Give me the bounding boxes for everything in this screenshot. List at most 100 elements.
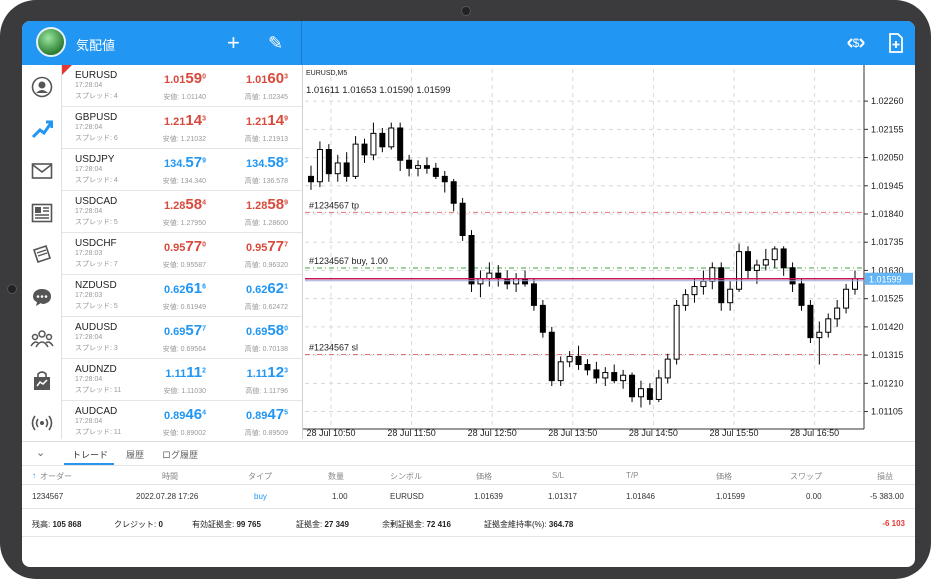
quote-row-eurusd[interactable]: EURUSD 17:28:04 スプレッド: 4 1.01590 1.01603 安値: … — [62, 65, 302, 107]
column-header-4[interactable]: シンボル — [390, 471, 422, 482]
bid-big-digits: 57 — [185, 154, 203, 171]
candle-body — [459, 202, 466, 236]
ask-pipette: 7 — [284, 241, 288, 249]
home-button[interactable] — [7, 284, 17, 294]
tab-trade[interactable]: トレード — [72, 448, 108, 461]
quote-row-audnzd[interactable]: AUDNZD 17:28:04 スプレッド: 11 1.11112 1.11123 安値:… — [62, 359, 302, 401]
column-header-10[interactable]: 損益 — [877, 471, 893, 482]
column-header-1[interactable]: 時間 — [162, 471, 178, 482]
bid-pipette: 3 — [202, 115, 206, 123]
signal-icon[interactable] — [28, 409, 56, 437]
svg-text:$: $ — [853, 36, 860, 50]
quote-bid: 1.28584 — [164, 196, 206, 213]
total-profit: -6 103 — [882, 519, 905, 528]
quote-symbol: AUDCAD — [75, 406, 118, 417]
quote-high: 高値: 136.578 — [244, 178, 288, 185]
quote-bid: 0.69577 — [164, 322, 206, 339]
candle-body — [843, 288, 850, 309]
quote-high: 高値: 0.62472 — [244, 304, 288, 311]
bid-big-digits: 59 — [185, 70, 203, 87]
community-icon[interactable] — [28, 325, 56, 353]
y-tick-label: 1.01735 — [871, 237, 904, 247]
y-tick-label: 1.01840 — [871, 209, 904, 219]
journal-icon[interactable] — [28, 241, 56, 269]
quote-low: 安値: 1.27950 — [162, 220, 206, 227]
ask-prefix: 1.21 — [245, 116, 268, 128]
ask-big-digits: 58 — [267, 196, 285, 213]
bid-pipette: 4 — [202, 199, 206, 207]
bid-pipette: 2 — [202, 367, 206, 375]
ask-pipette: 3 — [284, 73, 288, 81]
y-tick-label: 1.01105 — [871, 407, 903, 417]
quote-low: 安値: 0.89002 — [162, 430, 206, 437]
quote-row-usdjpy[interactable]: USDJPY 17:28:04 スプレッド: 4 134.579 134.583 安値: … — [62, 149, 302, 191]
candle-body — [629, 374, 636, 398]
ask-prefix: 0.62 — [245, 284, 268, 296]
ask-pipette: 3 — [284, 367, 288, 375]
trade-currency-icon[interactable]: $ — [845, 33, 867, 58]
chart-svg[interactable]: 1.02260 1.02155 1.02050 1.01945 1.01840 1.017… — [303, 65, 915, 439]
quote-symbol: GBPUSD — [75, 112, 118, 123]
quote-spread: スプレッド: 7 — [75, 261, 118, 268]
ask-pipette: 5 — [284, 409, 288, 417]
tab-history[interactable]: 履歴 — [126, 448, 144, 461]
quote-time: 17:28:04 — [75, 82, 103, 89]
side-nav — [22, 65, 62, 439]
market-icon[interactable] — [28, 367, 56, 395]
bid-big-digits: 11 — [186, 364, 203, 381]
quote-low: 安値: 1.01140 — [163, 94, 206, 101]
column-header-5[interactable]: 価格 — [476, 471, 492, 482]
column-header-8[interactable]: 価格 — [716, 471, 732, 482]
quote-row-usdchf[interactable]: USDCHF 17:28:03 スプレッド: 7 0.95770 0.95777 安値: … — [62, 233, 302, 275]
candle-body — [736, 251, 743, 290]
margin-level-summary: 証拠金維持率(%): 364.78 — [484, 520, 574, 529]
column-header-7[interactable]: T/P — [626, 471, 638, 480]
quote-row-audusd[interactable]: AUDUSD 17:28:04 スプレッド: 3 0.69577 0.69580 安値: … — [62, 317, 302, 359]
edit-list-button[interactable]: ✎ — [268, 31, 283, 55]
quote-ask: 1.01603 — [246, 70, 288, 87]
ask-prefix: 134. — [245, 158, 268, 170]
bid-prefix: 0.62 — [163, 284, 186, 296]
quote-bid: 0.95770 — [164, 238, 206, 255]
ask-big-digits: 77 — [267, 238, 285, 255]
order-level-label: #1234567 buy, 1.00 — [309, 256, 388, 266]
column-header-6[interactable]: S/L — [552, 471, 564, 480]
new-order-icon[interactable] — [888, 33, 904, 58]
quote-symbol: NZDUSD — [75, 280, 117, 291]
quote-row-gbpusd[interactable]: GBPUSD 17:28:04 スプレッド: 6 1.21143 1.21149 安値: … — [62, 107, 302, 149]
candle-body — [673, 304, 680, 360]
collapse-chevron-icon[interactable]: ⌄ — [36, 446, 45, 459]
ask-pipette: 1 — [284, 283, 288, 291]
quote-row-nzdusd[interactable]: NZDUSD 17:28:03 スプレッド: 5 0.62616 0.62621 安値: … — [62, 275, 302, 317]
quote-time: 17:28:04 — [75, 124, 103, 131]
add-symbol-button[interactable]: + — [227, 31, 240, 55]
news-icon[interactable] — [28, 199, 56, 227]
quote-low: 安値: 1.21032 — [162, 136, 206, 143]
mail-icon[interactable] — [28, 157, 56, 185]
column-header-3[interactable]: 数量 — [328, 471, 344, 482]
cell-1: 2022.07.28 17:26 — [136, 492, 199, 501]
y-tick-label: 1.02260 — [871, 96, 904, 106]
candle-body — [611, 372, 618, 382]
price-chart[interactable]: 1.02260 1.02155 1.02050 1.01945 1.01840 1.017… — [303, 65, 915, 439]
column-header-0[interactable]: オーダー — [40, 471, 72, 482]
candle-body — [825, 318, 832, 333]
quote-bid: 1.11112 — [165, 364, 206, 381]
app-screen: 気配値 + ✎ $ EURUSD 17:28:04 スプレッド: 4 1.015… — [22, 21, 915, 567]
quote-row-audcad[interactable]: AUDCAD 17:28:04 スプレッド: 11 0.89464 0.89475 安値:… — [62, 401, 302, 439]
account-icon[interactable] — [28, 73, 56, 101]
ask-prefix: 1.01 — [245, 74, 268, 86]
candle-body — [575, 355, 582, 365]
tab-log-history[interactable]: ログ履歴 — [162, 448, 198, 461]
bid-big-digits: 58 — [185, 196, 203, 213]
quote-row-usdcad[interactable]: USDCAD 17:28:04 スプレッド: 5 1.28584 1.28589 安値: … — [62, 191, 302, 233]
quote-bid: 134.579 — [164, 154, 206, 171]
chat-icon[interactable] — [28, 283, 56, 311]
table-row[interactable]: 1234567 2022.07.28 17:26 buy 1.00 EURUSD 1.01… — [22, 485, 915, 509]
column-header-9[interactable]: スワップ — [790, 471, 822, 482]
trade-icon[interactable] — [28, 115, 56, 143]
cell-8: 1.01599 — [716, 492, 745, 501]
column-header-2[interactable]: タイプ — [248, 471, 272, 482]
quote-symbol: USDCAD — [75, 196, 118, 207]
bid-prefix: 134. — [163, 158, 186, 170]
